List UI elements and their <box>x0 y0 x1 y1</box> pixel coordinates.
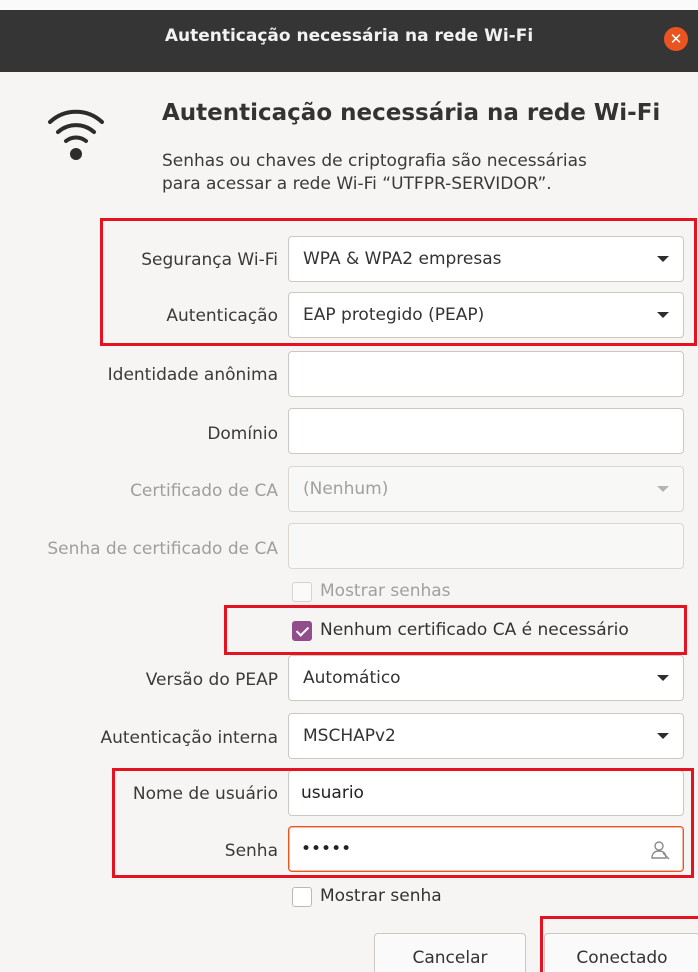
show-passwords-label: Mostrar senhas <box>320 581 451 601</box>
description-line-2: para acessar a rede Wi-Fi “UTFPR-SERVIDO… <box>162 174 552 194</box>
dialog-heading: Autenticação necessária na rede Wi-Fi <box>162 100 661 126</box>
ca-certificate-label: Certificado de CA <box>130 481 278 501</box>
dialog-description: Senhas ou chaves de criptografia são nec… <box>162 150 662 196</box>
ca-cert-password-input[interactable] <box>288 523 684 569</box>
chevron-down-icon <box>657 675 669 681</box>
highlight-box-security <box>100 218 697 346</box>
anonymous-identity-input[interactable] <box>288 351 684 397</box>
cancel-button[interactable]: Cancelar <box>374 933 526 972</box>
highlight-box-no-ca <box>224 605 687 655</box>
close-icon[interactable]: ✕ <box>664 27 688 51</box>
ca-certificate-combo[interactable]: (Nenhum) <box>288 466 684 512</box>
description-line-1: Senhas ou chaves de criptografia são nec… <box>162 151 587 171</box>
ca-certificate-value: (Nenhum) <box>303 479 389 499</box>
ca-cert-password-label: Senha de certificado de CA <box>47 539 278 559</box>
top-strip <box>0 0 698 10</box>
window-title: Autenticação necessária na rede Wi-Fi <box>164 26 534 46</box>
peap-version-combo[interactable]: Automático <box>288 655 684 701</box>
chevron-down-icon <box>657 486 669 492</box>
show-password-label: Mostrar senha <box>320 886 442 906</box>
peap-version-label: Versão do PEAP <box>145 670 278 690</box>
wifi-auth-dialog: Autenticação necessária na rede Wi-Fi ✕ … <box>0 0 698 972</box>
domain-label: Domínio <box>207 424 278 444</box>
inner-auth-combo[interactable]: MSCHAPv2 <box>288 713 684 759</box>
peap-version-value: Automático <box>303 668 401 688</box>
inner-auth-value: MSCHAPv2 <box>303 726 396 746</box>
title-bar[interactable]: Autenticação necessária na rede Wi-Fi ✕ <box>0 0 698 72</box>
show-password-checkbox[interactable] <box>292 887 312 907</box>
chevron-down-icon <box>657 733 669 739</box>
domain-input[interactable] <box>288 408 684 454</box>
inner-auth-label: Autenticação interna <box>100 728 278 748</box>
highlight-box-connect <box>540 916 698 972</box>
highlight-box-credentials <box>112 768 694 878</box>
wifi-icon <box>48 109 104 160</box>
anonymous-identity-label: Identidade anônima <box>107 365 278 385</box>
show-passwords-checkbox[interactable] <box>292 582 312 602</box>
